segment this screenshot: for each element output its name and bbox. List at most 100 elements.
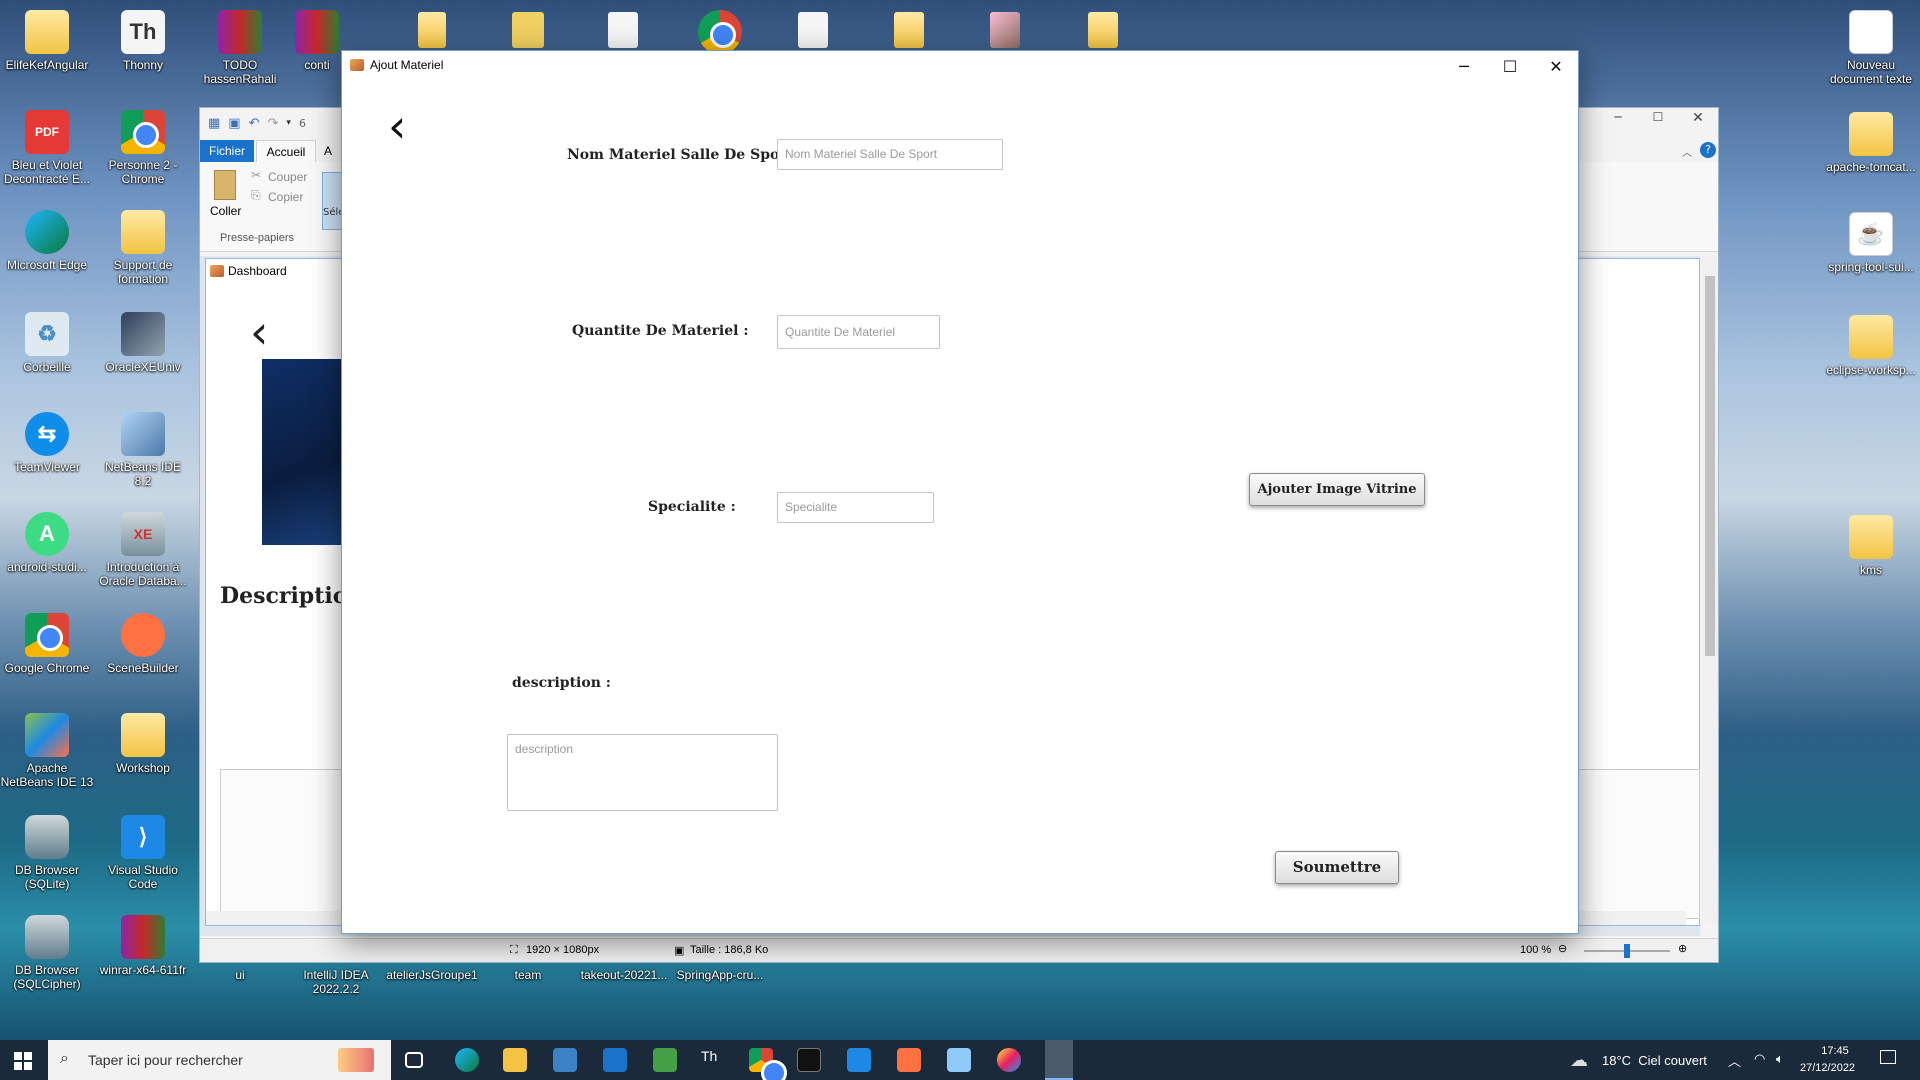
- paint-icon[interactable]: [997, 1048, 1021, 1072]
- minimize-button[interactable]: ─: [1598, 110, 1638, 132]
- desktop-icon[interactable]: DB Browser (SQLCipher): [0, 915, 94, 991]
- desktop-icon[interactable]: Workshop: [96, 713, 190, 775]
- desktop-icon[interactable]: ui: [193, 968, 287, 982]
- back-arrow-icon[interactable]: ‹: [388, 103, 406, 149]
- dropdown-icon[interactable]: ▾: [286, 118, 291, 128]
- desktop-icon[interactable]: IntelliJ IDEA 2022.2.2: [289, 968, 383, 996]
- tab-affichage[interactable]: A: [324, 140, 332, 162]
- file-size-icon: ▣: [674, 945, 685, 957]
- paste-icon[interactable]: [214, 170, 236, 200]
- desktop-icon[interactable]: Th Thonny: [96, 10, 190, 72]
- desktop-icon[interactable]: Nouveau document texte: [1824, 10, 1918, 86]
- java-app-icon[interactable]: [1045, 1040, 1073, 1080]
- task-view-icon[interactable]: [405, 1052, 423, 1068]
- vscode-icon[interactable]: [847, 1048, 871, 1072]
- clock-date[interactable]: 27/12/2022: [1800, 1062, 1855, 1074]
- store-icon[interactable]: [553, 1048, 577, 1072]
- desktop-icon[interactable]: eclipse-worksp...: [1824, 315, 1918, 377]
- redo-icon[interactable]: ↷: [268, 116, 279, 131]
- mail-icon[interactable]: [603, 1048, 627, 1072]
- notifications-icon[interactable]: [1880, 1050, 1896, 1064]
- weather-text[interactable]: 18°C Ciel couvert: [1602, 1053, 1707, 1068]
- zoom-out-button[interactable]: ⊖: [1558, 942, 1567, 955]
- desktop-icon[interactable]: ♻ Corbeille: [0, 312, 94, 374]
- specialite-input[interactable]: Specialite: [777, 492, 934, 523]
- soumettre-button[interactable]: Soumettre: [1275, 851, 1399, 884]
- nom-materiel-input[interactable]: Nom Materiel Salle De Sport: [777, 139, 1003, 170]
- zoom-in-button[interactable]: ⊕: [1678, 942, 1687, 955]
- specialite-label: Specialite :: [648, 499, 736, 515]
- desktop-icon[interactable]: ⟩ Visual Studio Code: [96, 815, 190, 891]
- help-icon[interactable]: ?: [1700, 142, 1716, 158]
- close-button[interactable]: ✕: [1678, 110, 1718, 132]
- ajouter-image-vitrine-button[interactable]: Ajouter Image Vitrine: [1249, 473, 1425, 506]
- chrome-icon[interactable]: [749, 1048, 787, 1080]
- close-button[interactable]: ✕: [1533, 51, 1579, 81]
- chrome-file-icon[interactable]: [608, 12, 638, 48]
- desktop-icon[interactable]: TODO hassenRahali: [193, 10, 287, 86]
- file-icon[interactable]: [990, 12, 1020, 48]
- desktop-icon[interactable]: DB Browser (SQLite): [0, 815, 94, 891]
- desktop-icon[interactable]: atelierJsGroupe1: [385, 968, 479, 982]
- file-icon[interactable]: [512, 12, 544, 48]
- desktop-icon[interactable]: kms: [1824, 515, 1918, 577]
- volume-icon[interactable]: 🔈︎: [1776, 1051, 1784, 1067]
- paste-button[interactable]: Coller: [210, 204, 241, 218]
- taskbar-search[interactable]: ⌕ Taper ici pour rechercher: [48, 1040, 391, 1080]
- save-icon[interactable]: ▣: [228, 116, 240, 131]
- edge-icon[interactable]: [455, 1048, 479, 1072]
- network-icon[interactable]: ◠: [1754, 1051, 1765, 1067]
- zoom-level: 100 %: [1520, 944, 1552, 956]
- terminal-icon[interactable]: [797, 1048, 821, 1072]
- desktop-icon[interactable]: conti: [289, 10, 345, 72]
- file-icon[interactable]: [798, 12, 828, 48]
- desktop-icon[interactable]: takeout-20221...: [577, 968, 671, 982]
- desktop-icon[interactable]: ⇆ TeamViewer: [0, 412, 94, 474]
- desktop-icon[interactable]: Microsoft Edge: [0, 210, 94, 272]
- zoom-slider[interactable]: [1584, 944, 1670, 958]
- back-arrow-icon[interactable]: ‹: [250, 305, 268, 359]
- desktop-icon[interactable]: ElifeKefAngular: [0, 10, 94, 72]
- ribbon-collapse-icon[interactable]: ︿: [1682, 144, 1692, 159]
- desktop-icon[interactable]: XE Introduction à Oracle Databa...: [96, 512, 190, 588]
- netbeans-icon[interactable]: [947, 1048, 971, 1072]
- desktop-icon[interactable]: team: [481, 968, 575, 982]
- windows-start-icon[interactable]: [14, 1052, 32, 1070]
- clock-time[interactable]: 17:45: [1814, 1045, 1856, 1057]
- desktop-icon[interactable]: Aandroid-studi...: [0, 512, 94, 574]
- tab-fichier[interactable]: Fichier: [200, 140, 254, 162]
- quantite-input[interactable]: Quantite De Materiel: [777, 315, 940, 349]
- oracle-icon: [121, 312, 165, 356]
- folder-icon[interactable]: [418, 12, 446, 48]
- java-icon: ☕: [1849, 212, 1893, 256]
- cut-button[interactable]: Couper: [268, 170, 307, 184]
- desktop-icon[interactable]: SceneBuilder: [96, 613, 190, 675]
- maximize-button[interactable]: ☐: [1638, 110, 1678, 132]
- folder-icon[interactable]: [894, 12, 924, 48]
- show-hidden-icons[interactable]: ︿: [1728, 1051, 1741, 1070]
- desktop-icon[interactable]: Support de formation: [96, 210, 190, 286]
- vertical-scrollbar[interactable]: [1702, 256, 1718, 922]
- folder-icon[interactable]: [1088, 12, 1118, 48]
- description-textarea[interactable]: description: [507, 734, 778, 811]
- chrome-icon[interactable]: [698, 10, 742, 54]
- desktop-icon[interactable]: NetBeans IDE 8.2: [96, 412, 190, 488]
- file-explorer-icon[interactable]: [503, 1048, 527, 1072]
- scenebuilder-icon[interactable]: [897, 1048, 921, 1072]
- desktop-icon[interactable]: PDF Bleu et Violet Decontracté E...: [0, 110, 94, 186]
- desktop-icon[interactable]: winrar-x64-611fr: [96, 915, 190, 977]
- maximize-button[interactable]: ☐: [1487, 51, 1533, 81]
- desktop-icon[interactable]: Google Chrome: [0, 613, 94, 675]
- chat-icon[interactable]: [653, 1048, 677, 1072]
- desktop-icon[interactable]: Personne 2 - Chrome: [96, 110, 190, 186]
- desktop-icon[interactable]: OracleXEUniv: [96, 312, 190, 374]
- tab-accueil[interactable]: Accueil: [256, 140, 316, 162]
- undo-icon[interactable]: ↶: [249, 116, 260, 131]
- desktop-icon[interactable]: SpringApp-cru...: [673, 968, 767, 982]
- desktop-icon[interactable]: apache-tomcat...: [1824, 112, 1918, 174]
- thonny-icon[interactable]: Th: [701, 1048, 725, 1072]
- copy-button[interactable]: Copier: [268, 190, 303, 204]
- desktop-icon[interactable]: ☕ spring-tool-sui...: [1824, 212, 1918, 274]
- desktop-icon[interactable]: Apache NetBeans IDE 13: [0, 713, 94, 789]
- minimize-button[interactable]: ─: [1441, 51, 1487, 81]
